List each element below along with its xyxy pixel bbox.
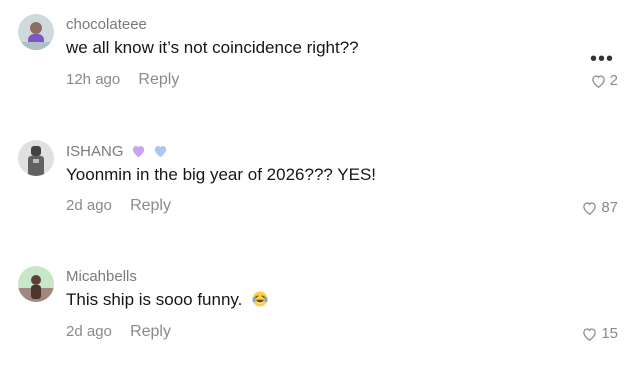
- comment-text: This ship is sooo funny.: [66, 290, 269, 310]
- timestamp: 2d ago: [66, 323, 112, 340]
- laughing-crying-emoji: [252, 291, 268, 307]
- comment-text-body: This ship is sooo funny.: [66, 290, 243, 309]
- reply-button[interactable]: Reply: [130, 323, 171, 340]
- comment-item: Micahbells This ship is sooo funny. 2d a…: [0, 0, 640, 366]
- avatar[interactable]: [18, 266, 54, 302]
- like-button[interactable]: 15: [582, 325, 618, 342]
- comment-meta: 2d ago Reply: [66, 323, 171, 341]
- username[interactable]: Micahbells: [66, 268, 137, 285]
- heart-icon: [583, 327, 597, 341]
- like-count: 15: [601, 325, 618, 342]
